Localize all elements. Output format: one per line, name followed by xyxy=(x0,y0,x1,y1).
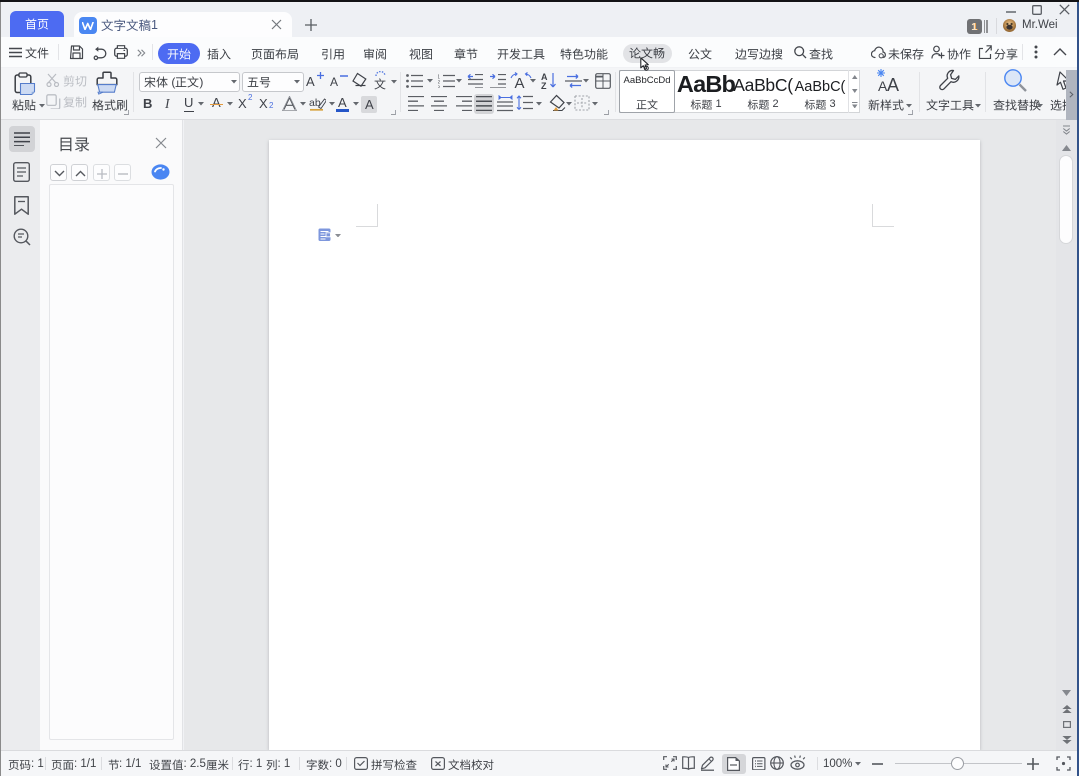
svg-text:A: A xyxy=(887,75,899,92)
svg-text:A: A xyxy=(515,75,525,89)
svg-text:Z: Z xyxy=(541,81,547,90)
svg-text:3: 3 xyxy=(438,86,440,89)
